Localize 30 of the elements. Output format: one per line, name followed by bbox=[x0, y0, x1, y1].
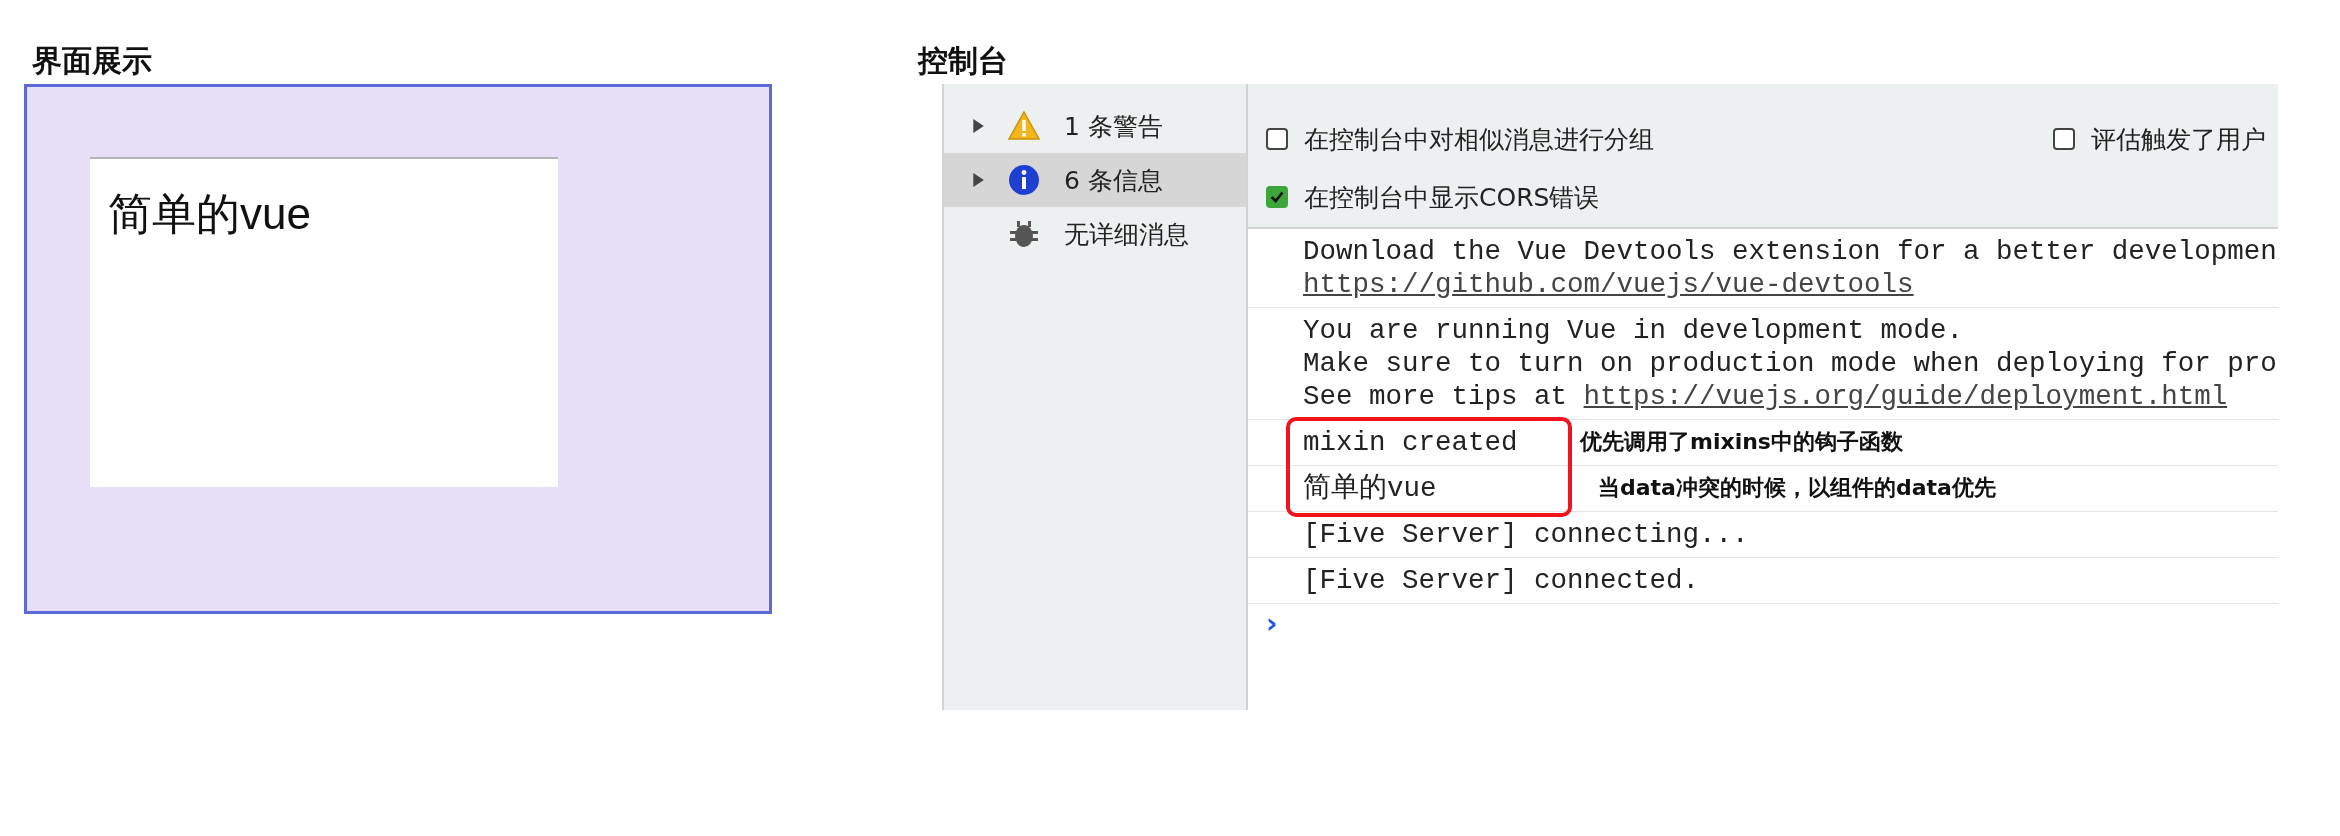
bug-icon bbox=[1008, 218, 1040, 250]
console-message: Make sure to turn on production mode when deploying for pro bbox=[1303, 348, 2277, 379]
console-message: [Five Server] connecting... bbox=[1303, 519, 1749, 550]
expand-caret-icon[interactable] bbox=[972, 173, 984, 187]
checkbox[interactable] bbox=[1266, 186, 1288, 208]
page-text: 简单的vue bbox=[108, 189, 311, 238]
annotation-text: 当data冲突的时候，以组件的data优先 bbox=[1598, 474, 1996, 502]
console-message: You are running Vue in development mode. bbox=[1303, 315, 1964, 346]
checkbox[interactable] bbox=[1266, 128, 1288, 150]
console-message: Download the Vue Devtools extension for a better developmen bbox=[1303, 236, 2277, 267]
checkbox[interactable] bbox=[2053, 128, 2075, 150]
console-link[interactable]: https://vuejs.org/guide/deployment.html bbox=[1583, 381, 2228, 412]
annotation-text: 优先调用了mixins中的钩子函数 bbox=[1580, 428, 1903, 456]
section-title: 界面展示 bbox=[31, 42, 153, 80]
section-title: 控制台 bbox=[918, 42, 1009, 80]
console-link[interactable]: https://github.com/vuejs/vue-devtools bbox=[1303, 269, 1914, 300]
checkbox-label: 在控制台中显示CORS错误 bbox=[1304, 181, 1600, 214]
info-icon bbox=[1008, 164, 1040, 196]
console-message: See more tips at bbox=[1303, 381, 1569, 412]
console-message: mixin created bbox=[1303, 427, 1518, 458]
console-message: [Five Server] connected. bbox=[1303, 565, 1700, 596]
sidebar-item[interactable]: 无详细消息 bbox=[944, 207, 1246, 261]
expand-caret-icon[interactable] bbox=[972, 119, 984, 133]
checkbox-label: 评估触发了用户 bbox=[2091, 123, 2266, 156]
sidebar-item[interactable]: 1 条警告 bbox=[944, 99, 1246, 153]
checkbox-label: 在控制台中对相似消息进行分组 bbox=[1304, 123, 1654, 156]
warning-icon bbox=[1008, 110, 1040, 142]
sidebar-item[interactable]: 6 条信息 bbox=[944, 153, 1246, 207]
console-message: 简单的vue bbox=[1303, 473, 1437, 504]
console-prompt[interactable]: › bbox=[1248, 604, 2278, 644]
